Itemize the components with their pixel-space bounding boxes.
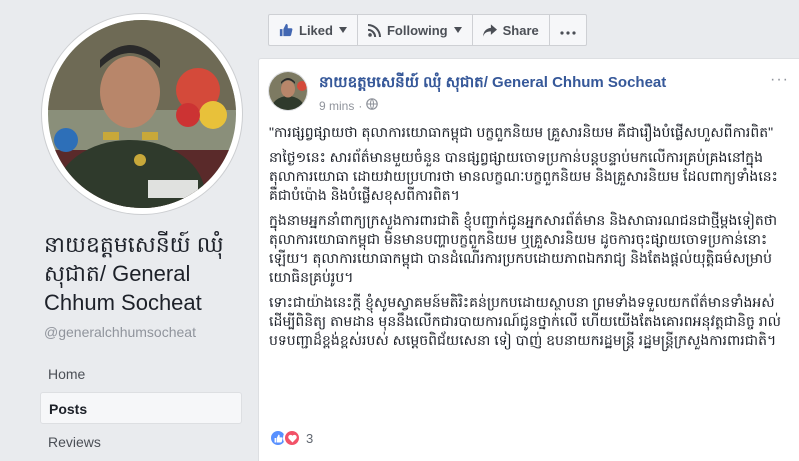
reaction-summary[interactable]: 3 — [269, 429, 313, 447]
profile-picture[interactable] — [42, 14, 242, 214]
share-label: Share — [502, 22, 539, 38]
post-paragraph: ទោះជាយ៉ាងនេះក្តី ខ្ញុំសូមស្វាគមន៍មតិរិះគ… — [269, 294, 781, 348]
profile-photo-illustration — [48, 20, 236, 208]
page-handle[interactable]: @generalchhumsocheat — [44, 324, 196, 340]
following-label: Following — [386, 22, 448, 38]
page-sidebar: នាយឧត្តមសេនីយ៍ ឈុំ សុជាត/ General Chhum … — [0, 0, 258, 461]
author-avatar[interactable] — [268, 71, 308, 111]
separator-dot: · — [358, 98, 363, 113]
liked-label: Liked — [299, 22, 333, 38]
page-action-bar: Liked Following Share — [268, 14, 587, 46]
post-author-name[interactable]: នាយឧត្តមសេនីយ៍ ឈុំ សុជាត/ General Chhum … — [319, 73, 666, 95]
love-reaction-icon — [283, 429, 301, 447]
post-body: "ការផ្សព្វផ្សាយថា តុលាការយោធាកម្ពុជា បក្… — [269, 123, 789, 356]
more-options-button[interactable] — [548, 14, 587, 46]
page-navigation: Home Posts Reviews — [40, 358, 242, 460]
reaction-count[interactable]: 3 — [306, 431, 313, 446]
share-arrow-icon — [482, 23, 497, 37]
post-options-button[interactable]: ··· — [770, 71, 789, 89]
ellipsis-icon — [560, 23, 576, 38]
author-avatar-photo — [269, 72, 307, 110]
post-timestamp[interactable]: 9 mins — [319, 99, 354, 113]
post-paragraph: "ការផ្សព្វផ្សាយថា តុលាការយោធាកម្ពុជា បក្… — [269, 124, 774, 140]
post-paragraph: នាថ្ងៃ១នេះ សារព័ត៌មានមួយចំនួន បានផ្សព្វផ… — [269, 149, 778, 203]
chevron-down-icon — [338, 27, 347, 33]
ellipsis-icon: ··· — [770, 71, 789, 88]
post-paragraph: ក្នុងនាមអ្នកនាំពាក្យក្រសួងការពារជាតិ ខ្ញ… — [269, 212, 778, 285]
profile-photo — [48, 20, 236, 208]
globe-icon[interactable] — [366, 98, 379, 113]
nav-item-home[interactable]: Home — [40, 358, 242, 390]
chevron-down-icon — [453, 27, 462, 33]
nav-item-posts[interactable]: Posts — [40, 392, 242, 424]
following-button[interactable]: Following — [356, 14, 473, 46]
nav-item-reviews[interactable]: Reviews — [40, 426, 242, 458]
liked-button[interactable]: Liked — [268, 14, 358, 46]
rss-icon — [367, 23, 381, 37]
post-card: នាយឧត្តមសេនីយ៍ ឈុំ សុជាត/ General Chhum … — [258, 58, 799, 461]
page-name[interactable]: នាយឧត្តមសេនីយ៍ ឈុំ សុជាត/ General Chhum … — [44, 230, 256, 317]
thumbs-up-icon — [279, 23, 293, 37]
share-button[interactable]: Share — [471, 14, 550, 46]
post-meta: 9 mins · — [319, 98, 379, 113]
